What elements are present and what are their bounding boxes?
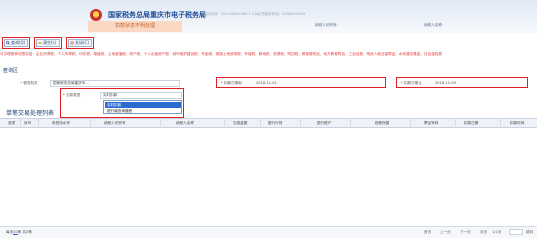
column-divider: [160, 118, 161, 128]
close-button-label: 关闭(C): [75, 40, 89, 45]
pager-bar: [0, 226, 537, 238]
column-header: 纳税人识别号: [104, 121, 126, 125]
column-header: 银行行别: [268, 121, 283, 125]
column-header: 序号: [24, 121, 32, 125]
next-page-link[interactable]: 下一页: [460, 230, 471, 235]
brand-title: 国家税务总局重庆市电子税务局: [108, 11, 206, 19]
column-divider: [500, 118, 501, 128]
first-page-link[interactable]: 首页: [424, 230, 431, 235]
query-button[interactable]: 查询(Q): [4, 39, 28, 47]
column-divider: [20, 118, 21, 128]
transaction-type-label: * 交易类型: [63, 93, 81, 97]
column-divider: [455, 118, 456, 128]
page-number-input[interactable]: [509, 229, 523, 235]
transaction-type-dropdown: 实时扣款 银行端查询缴税: [103, 100, 182, 114]
column-header: 银行账户: [317, 121, 332, 125]
column-header: 选项: [8, 121, 16, 125]
column-divider: [90, 118, 91, 128]
column-header: 系统流水号: [52, 121, 70, 125]
column-header: 税款所属: [375, 121, 390, 125]
tax-emblem-icon: [90, 9, 102, 21]
clear-button[interactable]: 清空(L): [36, 39, 60, 47]
column-divider: [300, 118, 301, 128]
close-icon: [70, 41, 74, 45]
tax-authority-label: • 税务机关: [20, 81, 38, 85]
column-divider: [260, 118, 261, 128]
page-info: 1/1页: [492, 230, 502, 234]
column-header: 扣款时间: [510, 121, 525, 125]
query-section-header: 查询区 ▴: [0, 65, 537, 75]
date-to-input[interactable]: 2018-11-09: [432, 80, 524, 87]
page-size-info: 每页20条 共0条: [6, 230, 32, 234]
date-to-label: * 扣款日期止: [401, 81, 422, 85]
taxpayer-id-label: 纳税人识别号：: [315, 23, 341, 27]
taxpayer-name-label: 纳税人名称：: [424, 23, 446, 27]
transaction-type-select[interactable]: 实时扣款: [100, 92, 182, 99]
jump-button[interactable]: 跳转: [526, 230, 533, 235]
prev-page-link[interactable]: 上一页: [440, 230, 451, 235]
grid-body: [0, 128, 537, 220]
column-header: 纳税人名称: [176, 121, 194, 125]
last-page-link[interactable]: 末页: [480, 230, 487, 235]
grid-title: 单笔交易处理列表: [6, 110, 55, 117]
column-header: 交易金额: [233, 121, 248, 125]
dropdown-option[interactable]: 银行端查询缴税: [105, 108, 181, 114]
query-button-label: 查询(Q): [11, 40, 26, 45]
date-from-input[interactable]: 2018-11-01: [253, 80, 381, 87]
column-divider: [38, 118, 39, 128]
service-hotline: 服务热线：023-96822366-1 CA证书服务热线：4008820009: [203, 12, 306, 16]
search-icon: [6, 41, 10, 45]
page-title: 扣款状态不明处理: [88, 21, 182, 32]
close-button[interactable]: 关闭(C): [68, 39, 92, 47]
date-from-label: * 扣款日期起: [221, 81, 242, 85]
tax-authority-field[interactable]: 国家税务总局重庆市...: [50, 80, 180, 87]
column-header: 扣款日期: [464, 121, 479, 125]
column-divider: [350, 118, 351, 128]
column-divider: [410, 118, 411, 128]
column-header: 票证号码: [424, 121, 439, 125]
column-divider: [224, 118, 225, 128]
eraser-icon: [38, 42, 42, 44]
clear-button-label: 清空(L): [43, 40, 57, 45]
supported-tax-types-hint: 可办理费种仅限包括：企业所得税、个人所得税、印花税、增值税、土地增值税、房产税、…: [0, 52, 443, 56]
collapse-arrow-icon[interactable]: ▴: [3, 67, 535, 73]
